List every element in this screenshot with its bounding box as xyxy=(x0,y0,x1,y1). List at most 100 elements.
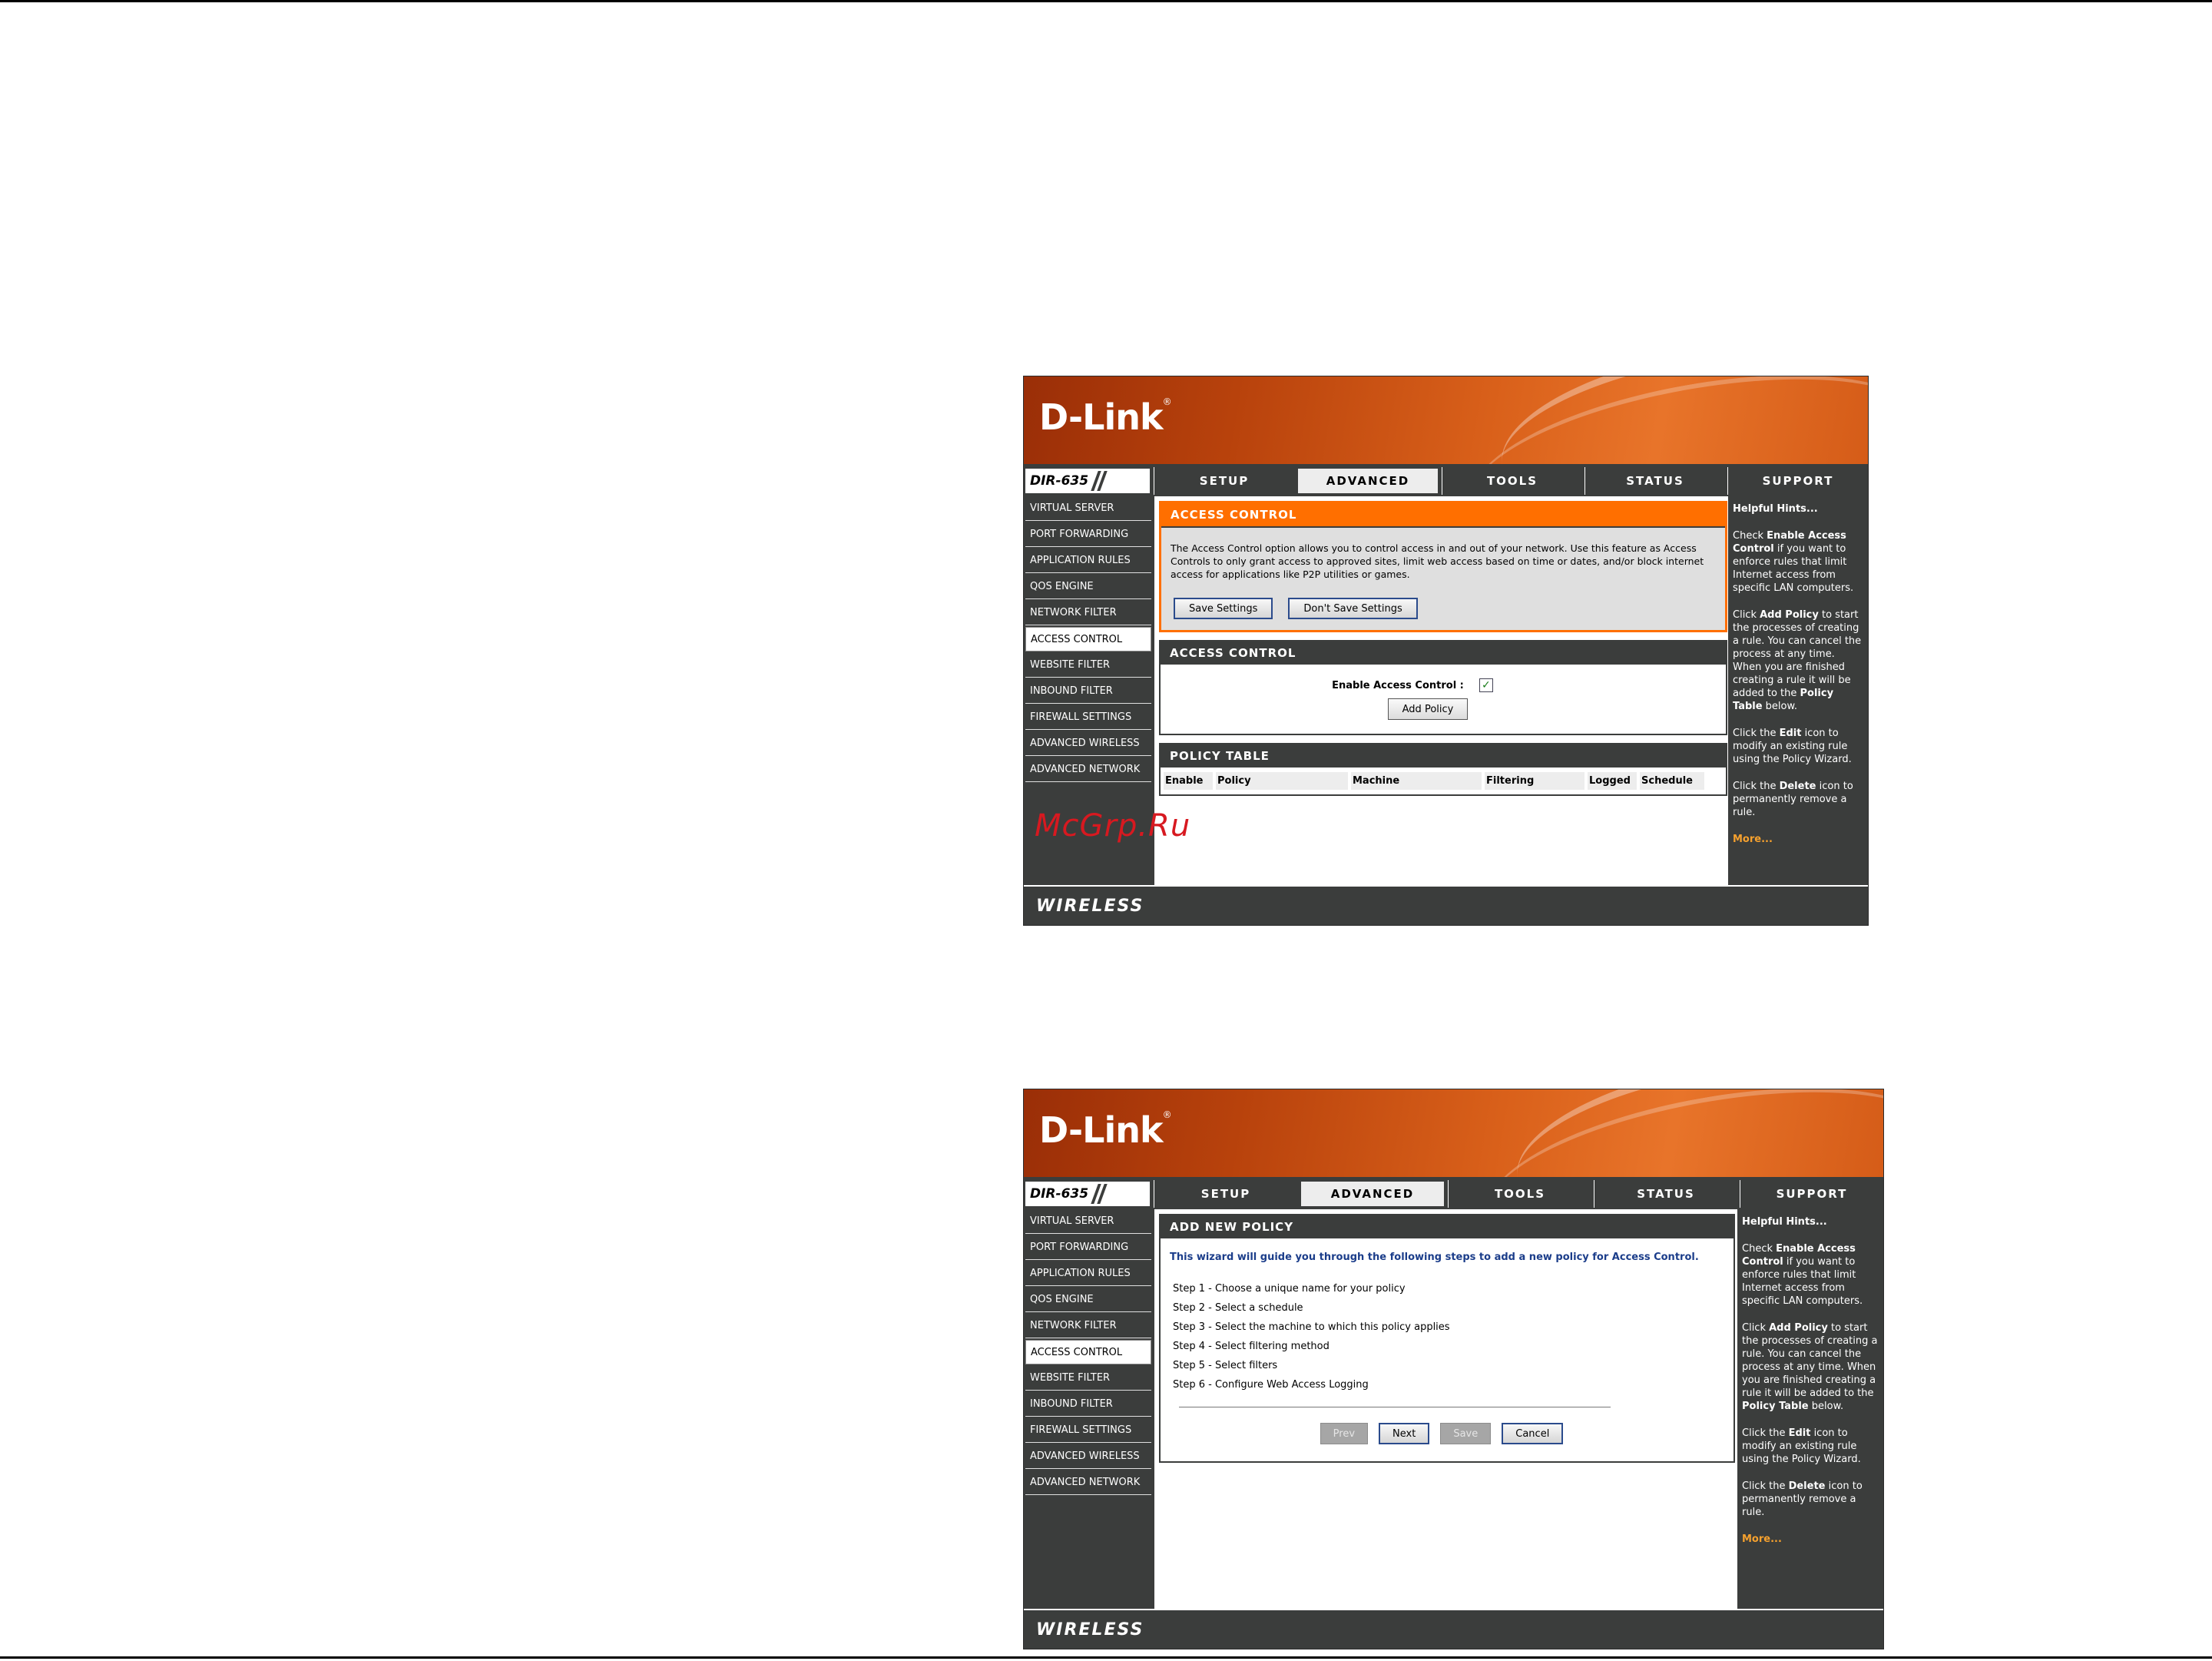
tab-advanced[interactable]: ADVANCED xyxy=(1296,467,1439,495)
sidebar-item-advanced-network[interactable]: ADVANCED NETWORK xyxy=(1025,758,1151,782)
page-top-rule xyxy=(0,0,2212,2)
tab-tools[interactable]: TOOLS xyxy=(1442,467,1582,495)
wizard-step-6: Step 6 - Configure Web Access Logging xyxy=(1173,1379,1369,1391)
tab-setup[interactable]: SETUP xyxy=(1154,1180,1297,1208)
wizard-step-3: Step 3 - Select the machine to which thi… xyxy=(1173,1321,1450,1333)
sidebar-item-application-rules[interactable]: APPLICATION RULES xyxy=(1025,1261,1151,1286)
dlink-banner: D-Link® xyxy=(1024,1089,1883,1177)
sidebar-item-port-forwarding[interactable]: PORT FORWARDING xyxy=(1025,1235,1151,1260)
save-button[interactable]: Save xyxy=(1440,1423,1492,1444)
sidebar-item-firewall-settings[interactable]: FIREWALL SETTINGS xyxy=(1025,1418,1151,1443)
more-link[interactable]: More... xyxy=(1742,1533,1879,1546)
top-nav: DIR-635 SETUP ADVANCED TOOLS STATUS SUPP… xyxy=(1024,467,1868,495)
access-control-title: ACCESS CONTROL xyxy=(1161,642,1726,665)
add-new-policy-body: This wizard will guide you through the f… xyxy=(1161,1238,1734,1461)
sidebar-item-website-filter[interactable]: WEBSITE FILTER xyxy=(1025,653,1151,678)
save-settings-button[interactable]: Save Settings xyxy=(1174,598,1273,619)
dont-save-settings-button[interactable]: Don't Save Settings xyxy=(1288,598,1418,619)
sidebar-item-qos-engine[interactable]: QOS ENGINE xyxy=(1025,575,1151,599)
sidebar-item-advanced-wireless[interactable]: ADVANCED WIRELESS xyxy=(1025,731,1151,756)
tab-advanced[interactable]: ADVANCED xyxy=(1300,1180,1445,1208)
hint-delete: Click the Delete icon to permanently rem… xyxy=(1742,1480,1863,1518)
hint-add-policy: Click Add Policy to start the processes … xyxy=(1733,609,1862,712)
wireless-logo: WIRELESS xyxy=(1036,896,1144,916)
intro-title: ACCESS CONTROL xyxy=(1161,503,1725,528)
wizard-step-2: Step 2 - Select a schedule xyxy=(1173,1302,1303,1314)
hints-title: Helpful Hints... xyxy=(1742,1216,1827,1228)
column-policy: Policy xyxy=(1216,772,1348,790)
slash-decoration-icon xyxy=(1091,471,1108,491)
sidebar-item-access-control[interactable]: ACCESS CONTROL xyxy=(1025,1340,1151,1364)
sidebar-item-application-rules[interactable]: APPLICATION RULES xyxy=(1025,549,1151,573)
access-control-body: Enable Access Control : ✓ Add Policy xyxy=(1161,665,1726,734)
sidebar-item-virtual-server[interactable]: VIRTUAL SERVER xyxy=(1025,1209,1151,1234)
hint-add-policy: Click Add Policy to start the processes … xyxy=(1742,1322,1878,1412)
wizard-buttons: Prev Next Save Cancel xyxy=(1170,1423,1724,1454)
add-policy-button[interactable]: Add Policy xyxy=(1387,698,1469,720)
policy-table-title: POLICY TABLE xyxy=(1161,744,1726,768)
banner-swoosh xyxy=(1459,376,1868,464)
tab-setup[interactable]: SETUP xyxy=(1154,467,1294,495)
sidebar-item-advanced-network[interactable]: ADVANCED NETWORK xyxy=(1025,1470,1151,1495)
intro-box: ACCESS CONTROL The Access Control option… xyxy=(1159,501,1727,632)
sidebar-item-advanced-wireless[interactable]: ADVANCED WIRELESS xyxy=(1025,1444,1151,1469)
sidebar-item-virtual-server[interactable]: VIRTUAL SERVER xyxy=(1025,496,1151,521)
dlink-logo: D-Link® xyxy=(1039,1109,1172,1151)
column-machine: Machine xyxy=(1351,772,1482,790)
sidebar-item-firewall-settings[interactable]: FIREWALL SETTINGS xyxy=(1025,705,1151,730)
wireless-logo: WIRELESS xyxy=(1036,1620,1144,1639)
wizard-step-4: Step 4 - Select filtering method xyxy=(1173,1341,1330,1352)
hint-delete: Click the Delete icon to permanently rem… xyxy=(1733,781,1853,818)
footer-bar: WIRELESS xyxy=(1024,1609,1883,1649)
banner-swoosh xyxy=(1474,1089,1883,1177)
helpful-hints: Helpful Hints... Check Enable Access Con… xyxy=(1728,496,1868,885)
router-screenshot-add-new-policy: D-Link® DIR-635 SETUP ADVANCED TOOLS STA… xyxy=(1023,1089,1884,1649)
tab-tools[interactable]: TOOLS xyxy=(1448,1180,1591,1208)
add-new-policy-box: ADD NEW POLICY This wizard will guide yo… xyxy=(1159,1214,1735,1463)
sidebar-item-website-filter[interactable]: WEBSITE FILTER xyxy=(1025,1366,1151,1391)
page-bottom-rule xyxy=(0,1656,2212,1659)
intro-text: The Access Control option allows you to … xyxy=(1171,542,1704,580)
model-name: DIR-635 xyxy=(1030,473,1089,489)
next-button[interactable]: Next xyxy=(1379,1423,1430,1444)
hint-edit: Click the Edit icon to modify an existin… xyxy=(1742,1427,1861,1465)
model-badge: DIR-635 xyxy=(1024,1180,1151,1208)
policy-table-box: POLICY TABLE Enable Policy Machine Filte… xyxy=(1159,743,1727,796)
sidebar-item-qos-engine[interactable]: QOS ENGINE xyxy=(1025,1288,1151,1312)
tab-status[interactable]: STATUS xyxy=(1584,467,1725,495)
sidebar-item-network-filter[interactable]: NETWORK FILTER xyxy=(1025,601,1151,625)
slash-decoration-icon xyxy=(1091,1184,1108,1204)
dlink-logo: D-Link® xyxy=(1039,396,1172,438)
hint-edit: Click the Edit icon to modify an existin… xyxy=(1733,728,1852,765)
sidebar-item-access-control[interactable]: ACCESS CONTROL xyxy=(1025,627,1151,651)
footer-bar: WIRELESS xyxy=(1024,885,1868,925)
main-content: ACCESS CONTROL The Access Control option… xyxy=(1154,496,1732,885)
enable-access-control-label: Enable Access Control : xyxy=(1332,679,1464,691)
wizard-intro: This wizard will guide you through the f… xyxy=(1170,1252,1699,1263)
add-new-policy-title: ADD NEW POLICY xyxy=(1161,1215,1734,1238)
tab-support[interactable]: SUPPORT xyxy=(1727,467,1868,495)
model-name: DIR-635 xyxy=(1030,1186,1089,1202)
access-control-box: ACCESS CONTROL Enable Access Control : ✓… xyxy=(1159,640,1727,735)
helpful-hints: Helpful Hints... Check Enable Access Con… xyxy=(1737,1209,1883,1609)
prev-button[interactable]: Prev xyxy=(1320,1423,1369,1444)
wizard-step-5: Step 5 - Select filters xyxy=(1173,1360,1278,1371)
top-nav: DIR-635 SETUP ADVANCED TOOLS STATUS SUPP… xyxy=(1024,1180,1883,1208)
cancel-button[interactable]: Cancel xyxy=(1502,1423,1564,1444)
hint-enable: Check Enable Access Control if you want … xyxy=(1742,1243,1863,1307)
model-badge: DIR-635 xyxy=(1024,467,1151,495)
column-logged: Logged xyxy=(1588,772,1637,790)
main-content: ADD NEW POLICY This wizard will guide yo… xyxy=(1154,1209,1740,1609)
column-enable: Enable xyxy=(1164,772,1213,790)
column-filtering: Filtering xyxy=(1485,772,1584,790)
hint-enable: Check Enable Access Control if you want … xyxy=(1733,530,1854,594)
sidebar-item-network-filter[interactable]: NETWORK FILTER xyxy=(1025,1314,1151,1338)
sidebar-item-inbound-filter[interactable]: INBOUND FILTER xyxy=(1025,1392,1151,1417)
column-schedule: Schedule xyxy=(1640,772,1704,790)
enable-access-control-checkbox[interactable]: ✓ xyxy=(1479,678,1493,692)
tab-status[interactable]: STATUS xyxy=(1594,1180,1737,1208)
tab-support[interactable]: SUPPORT xyxy=(1740,1180,1883,1208)
sidebar-item-port-forwarding[interactable]: PORT FORWARDING xyxy=(1025,522,1151,547)
more-link[interactable]: More... xyxy=(1733,833,1863,846)
sidebar: VIRTUAL SERVER PORT FORWARDING APPLICATI… xyxy=(1024,1209,1153,1609)
